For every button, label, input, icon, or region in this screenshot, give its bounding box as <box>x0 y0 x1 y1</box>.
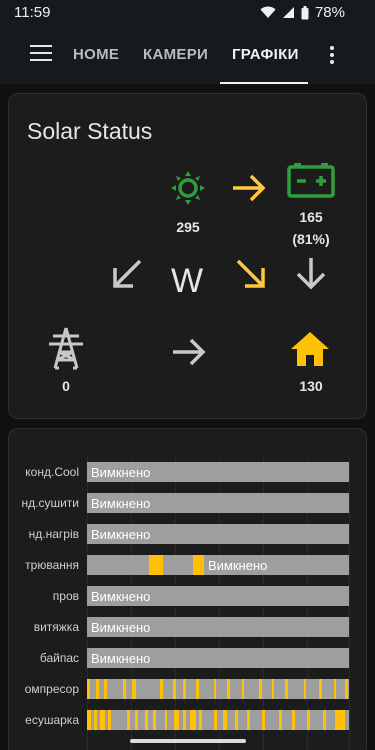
history-row-label: пров <box>52 589 79 603</box>
history-bar[interactable]: Вимкнено <box>87 648 349 668</box>
battery-charging-icon[interactable] <box>287 162 335 198</box>
more-options-icon[interactable] <box>330 46 336 66</box>
status-time: 11:59 <box>14 4 51 21</box>
history-state-text: Вимкнено <box>91 496 151 511</box>
history-row-label: омпресор <box>24 682 79 696</box>
signal-icon <box>282 7 294 18</box>
battery-power-value: 165 <box>299 209 323 225</box>
on-segment <box>149 555 163 575</box>
history-row-label: витяжка <box>33 620 79 634</box>
history-state-text: Вимкнено <box>208 558 268 573</box>
on-segment <box>193 555 204 575</box>
transmission-tower-icon[interactable] <box>47 326 85 370</box>
battery-percent-value: (81%) <box>292 231 330 247</box>
app-toolbar: HOME КАМЕРИ ГРАФІКИ <box>0 26 375 84</box>
history-bar[interactable]: Вимкнено <box>87 555 349 575</box>
history-row-label: нд.нагрів <box>28 527 79 541</box>
history-row-label: нд.сушити <box>21 496 80 510</box>
status-bar: 11:59 78% <box>0 0 375 26</box>
history-bar[interactable] <box>87 679 349 699</box>
history-bar[interactable] <box>87 710 349 730</box>
history-state-text: Вимкнено <box>91 620 151 635</box>
solar-status-card: Solar Status 295 165 (81%) W 0 130 <box>8 93 367 419</box>
history-bar[interactable]: Вимкнено <box>87 524 349 544</box>
history-row-label: трювання <box>25 558 79 572</box>
history-state-text: Вимкнено <box>91 651 151 666</box>
tab-cameras[interactable]: КАМЕРИ <box>143 46 208 63</box>
active-tab-indicator <box>220 82 308 84</box>
history-bar[interactable]: Вимкнено <box>87 462 349 482</box>
tab-charts[interactable]: ГРАФІКИ <box>232 46 299 63</box>
home-power-value: 130 <box>299 378 323 394</box>
grid-power-value: 0 <box>62 378 70 394</box>
history-row-label: байпас <box>39 651 79 665</box>
status-icons: 78% <box>260 4 345 21</box>
arrow-down-right-icon <box>236 259 265 288</box>
arrow-right-grey-icon <box>173 338 206 366</box>
history-state-text: Вимкнено <box>91 527 151 542</box>
history-bar[interactable]: Вимкнено <box>87 617 349 637</box>
arrow-right-icon <box>233 174 266 202</box>
wind-direction-label: W <box>171 262 204 300</box>
history-row-label: есушарка <box>25 713 79 727</box>
history-row-label: конд.Cool <box>25 465 79 479</box>
solar-sun-icon[interactable] <box>170 170 206 206</box>
home-icon[interactable] <box>289 330 331 368</box>
battery-icon <box>301 5 309 19</box>
arrow-down-left-icon <box>113 259 142 288</box>
solar-card-title: Solar Status <box>27 118 153 144</box>
history-state-text: Вимкнено <box>91 589 151 604</box>
history-card: конд.Cool Вимкнено нд.сушити Вимкнено нд… <box>8 428 367 750</box>
tab-home[interactable]: HOME <box>73 46 119 63</box>
battery-percent: 78% <box>314 4 345 21</box>
arrow-down-icon <box>296 258 326 290</box>
history-bar[interactable]: Вимкнено <box>87 586 349 606</box>
wifi-icon <box>260 6 276 18</box>
history-state-text: Вимкнено <box>91 465 151 480</box>
gesture-bar[interactable] <box>130 739 246 743</box>
menu-icon[interactable] <box>30 45 52 63</box>
history-bar[interactable]: Вимкнено <box>87 493 349 513</box>
solar-power-value: 295 <box>176 219 200 235</box>
